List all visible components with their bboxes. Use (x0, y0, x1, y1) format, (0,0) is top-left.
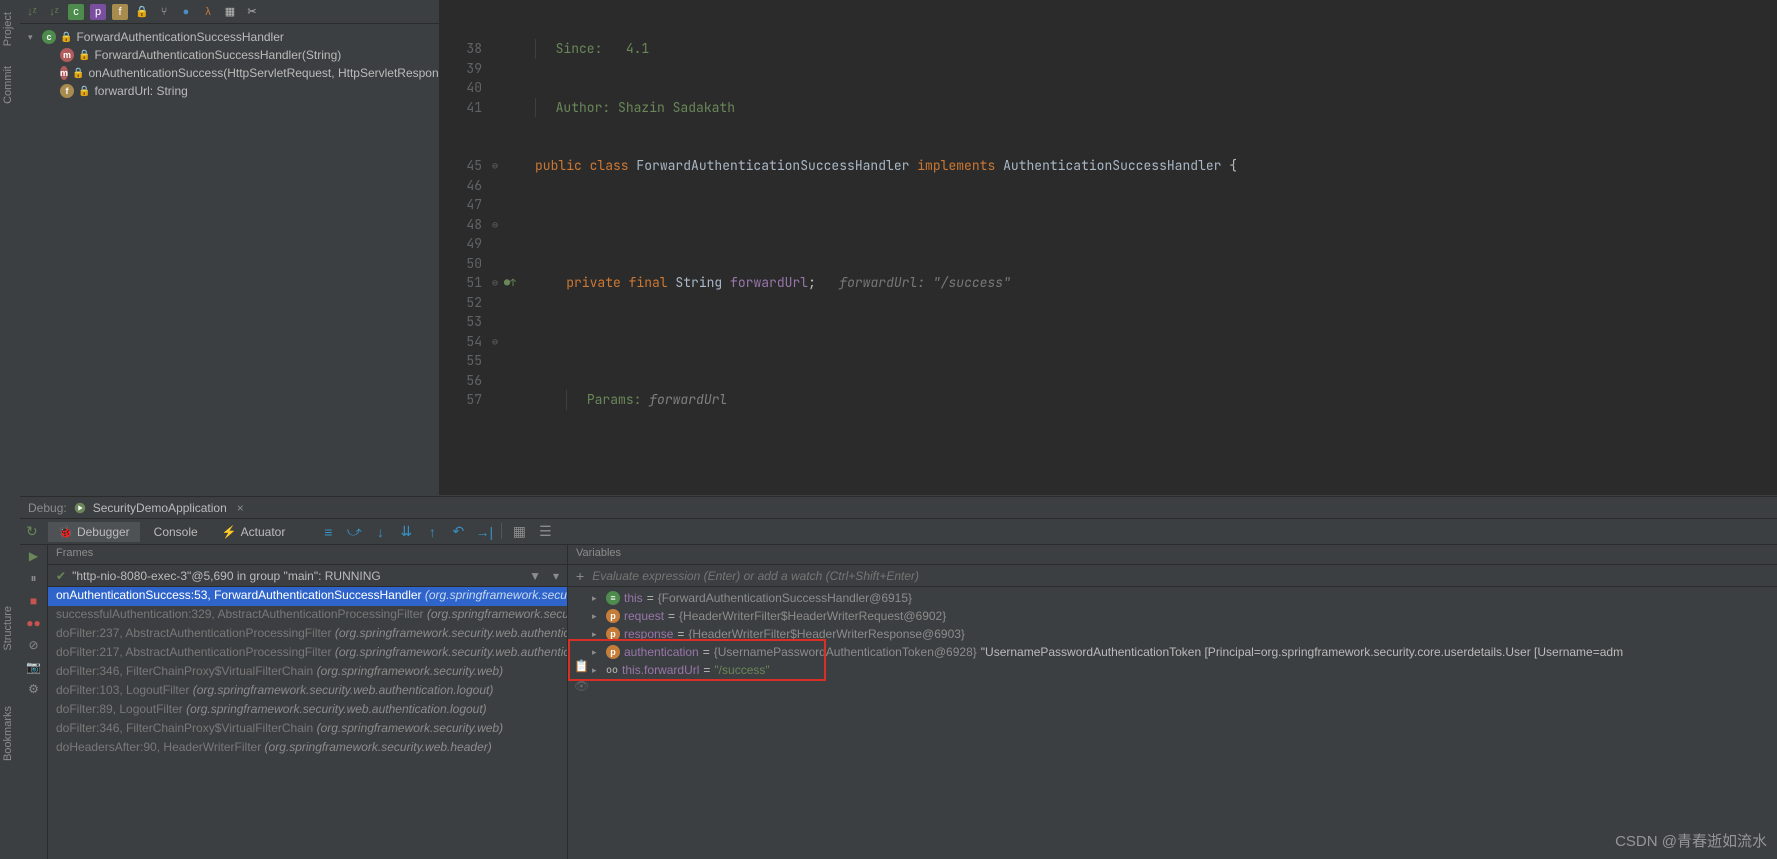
stop-icon[interactable]: ■ (30, 594, 37, 608)
rerun-icon[interactable]: ↻ (26, 523, 38, 540)
tab-debugger[interactable]: 🐞Debugger (48, 522, 140, 542)
more-icon[interactable]: ☰ (536, 523, 554, 541)
debug-body: ▶ ⏸ ■ ●● ⊘ 📷 ⚙ Frames ✔ "http-nio-8080-e… (20, 545, 1777, 859)
method-icon: m (60, 48, 74, 62)
pause-icon[interactable]: ⏸ (30, 571, 36, 586)
dropdown-icon[interactable]: ▾ (553, 569, 559, 583)
tool-icon[interactable]: ▦ (222, 4, 238, 20)
eye-icon[interactable]: 👁 (574, 679, 589, 693)
frames-panel: Frames ✔ "http-nio-8080-exec-3"@5,690 in… (48, 545, 568, 859)
structure-panel: ↓ᶻ ↓ᶻ c p f 🔒 ⑂ ● λ ▦ ✂ ▾ c 🔒 ForwardAut… (20, 0, 440, 495)
lock-icon[interactable]: 🔒 (134, 4, 150, 20)
run-config-name[interactable]: SecurityDemoApplication (93, 501, 227, 515)
drop-frame-icon[interactable]: ↶ (449, 523, 467, 541)
tab-actuator[interactable]: ⚡Actuator (212, 522, 296, 542)
method-icon: m (60, 66, 68, 80)
frame-row[interactable]: doFilter:346, FilterChainProxy$VirtualFi… (48, 720, 567, 739)
tab-project[interactable]: Project (0, 6, 16, 52)
clipboard-icon[interactable]: 📋 (574, 659, 589, 673)
code-area: Since: 4.1 Author: Shazin Sadakath publi… (535, 0, 1777, 495)
mute-bp-icon[interactable]: ⊘ (28, 638, 38, 652)
lambda-icon[interactable]: λ (200, 4, 216, 20)
show-class-icon[interactable]: c (68, 4, 84, 20)
branch-icon[interactable]: ⑂ (156, 4, 172, 20)
filter-icon[interactable]: ▼ (529, 569, 541, 583)
sort2-icon[interactable]: ↓ᶻ (46, 4, 62, 20)
evaluate-icon[interactable]: ▦ (510, 523, 528, 541)
frame-list[interactable]: onAuthenticationSuccess:53, ForwardAuthe… (48, 587, 567, 859)
step-over-icon[interactable]: ⤻ (345, 523, 363, 541)
tree-label: onAuthenticationSuccess(HttpServletReque… (88, 66, 439, 80)
watermark: CSDN @青春逝如流水 (1615, 830, 1767, 851)
tree-label: ForwardAuthenticationSuccessHandler(Stri… (94, 48, 341, 62)
variables-panel: Variables + 📋 👁 ▸≡ this = {ForwardAuthen… (568, 545, 1777, 859)
sort-icon[interactable]: ↓ᶻ (24, 4, 40, 20)
check-icon: ✔ (56, 569, 66, 583)
frame-row[interactable]: doHeadersAfter:90, HeaderWriterFilter (o… (48, 739, 567, 758)
tree-method[interactable]: m 🔒 onAuthenticationSuccess(HttpServletR… (20, 64, 439, 82)
tree-root[interactable]: ▾ c 🔒 ForwardAuthenticationSuccessHandle… (20, 28, 439, 46)
frame-row[interactable]: doFilter:237, AbstractAuthenticationProc… (48, 625, 567, 644)
settings-icon[interactable]: ⚙ (28, 682, 39, 696)
line-gutter: 38394041 45464748495051525354555657 (440, 0, 490, 410)
lock-icon: 🔒 (78, 86, 90, 97)
highlight-box (568, 639, 826, 681)
force-step-into-icon[interactable]: ⇊ (397, 523, 415, 541)
frames-title: Frames (48, 545, 567, 565)
frame-row[interactable]: doFilter:103, LogoutFilter (org.springfr… (48, 682, 567, 701)
tree-label: ForwardAuthenticationSuccessHandler (76, 30, 283, 44)
tree-field[interactable]: f 🔒 forwardUrl: String (20, 82, 439, 100)
variables-title: Variables (568, 545, 1777, 565)
frame-row[interactable]: onAuthenticationSuccess:53, ForwardAuthe… (48, 587, 567, 606)
code-editor[interactable]: 38394041 45464748495051525354555657 ⊖⊖⊖ … (440, 0, 1777, 495)
tab-commit[interactable]: Commit (0, 60, 16, 110)
var-row[interactable]: ▸≡ this = {ForwardAuthenticationSuccessH… (568, 589, 1777, 607)
tab-bookmarks[interactable]: Bookmarks (0, 700, 16, 767)
eval-input[interactable] (592, 569, 1769, 583)
run-to-cursor-icon[interactable]: →| (475, 523, 493, 541)
show-exec-point-icon[interactable]: ≡ (319, 523, 337, 541)
thread-name: "http-nio-8080-exec-3"@5,690 in group "m… (72, 569, 381, 583)
run-config-icon (73, 501, 87, 515)
var-row[interactable]: ▸p request = {HeaderWriterFilter$HeaderW… (568, 607, 1777, 625)
tree-label: forwardUrl: String (94, 84, 187, 98)
frame-row[interactable]: doFilter:217, AbstractAuthenticationProc… (48, 644, 567, 663)
tab-console[interactable]: Console (144, 522, 208, 542)
lock-icon: 🔒 (78, 50, 90, 61)
resume-icon[interactable]: ▶ (29, 549, 38, 563)
lock-icon: 🔒 (60, 32, 72, 43)
frame-row[interactable]: doFilter:346, FilterChainProxy$VirtualFi… (48, 663, 567, 682)
lock-icon: 🔒 (72, 68, 84, 79)
thread-selector[interactable]: ✔ "http-nio-8080-exec-3"@5,690 in group … (48, 565, 567, 587)
structure-toolbar: ↓ᶻ ↓ᶻ c p f 🔒 ⑂ ● λ ▦ ✂ (20, 0, 439, 24)
debug-tabs: ↻ 🐞Debugger Console ⚡Actuator ≡ ⤻ ↓ ⇊ ↑ … (20, 519, 1777, 545)
add-watch-icon[interactable]: + (576, 568, 584, 584)
debug-header: Debug: SecurityDemoApplication × (20, 497, 1777, 519)
debug-title: Debug: (28, 501, 67, 515)
chevron-down-icon[interactable]: ▾ (28, 32, 38, 43)
var-list[interactable]: 📋 👁 ▸≡ this = {ForwardAuthenticationSucc… (568, 587, 1777, 859)
camera-icon[interactable]: 📷 (26, 660, 41, 674)
tool2-icon[interactable]: ✂ (244, 4, 260, 20)
frame-row[interactable]: doFilter:89, LogoutFilter (org.springfra… (48, 701, 567, 720)
close-icon[interactable]: × (237, 501, 244, 515)
debug-left-toolbar: ▶ ⏸ ■ ●● ⊘ 📷 ⚙ (20, 545, 48, 859)
frame-row[interactable]: successfulAuthentication:329, AbstractAu… (48, 606, 567, 625)
structure-tree: ▾ c 🔒 ForwardAuthenticationSuccessHandle… (20, 24, 439, 104)
class-icon: c (42, 30, 56, 44)
main-area: ↓ᶻ ↓ᶻ c p f 🔒 ⑂ ● λ ▦ ✂ ▾ c 🔒 ForwardAut… (20, 0, 1777, 495)
show-p-icon[interactable]: p (90, 4, 106, 20)
show-field-icon[interactable]: f (112, 4, 128, 20)
tab-structure[interactable]: Structure (0, 600, 16, 657)
step-out-icon[interactable]: ↑ (423, 523, 441, 541)
gutter-marks: ⊖⊖⊖ ●↑⊖ (490, 0, 530, 410)
breakpoints-icon[interactable]: ●● (26, 616, 41, 630)
step-toolbar: ≡ ⤻ ↓ ⇊ ↑ ↶ →| ▦ ☰ (319, 523, 554, 541)
debug-panel: Debug: SecurityDemoApplication × ↻ 🐞Debu… (20, 496, 1777, 859)
eval-row: + (568, 565, 1777, 587)
circle-icon[interactable]: ● (178, 4, 194, 20)
step-into-icon[interactable]: ↓ (371, 523, 389, 541)
tree-method[interactable]: m 🔒 ForwardAuthenticationSuccessHandler(… (20, 46, 439, 64)
field-icon: f (60, 84, 74, 98)
